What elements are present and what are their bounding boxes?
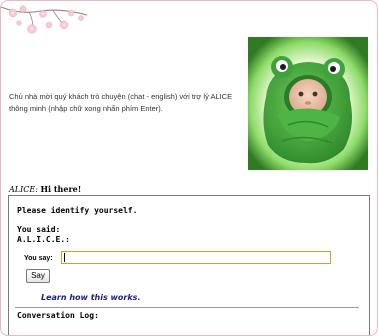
you-say-label: You say:: [24, 255, 53, 262]
alice-reply-label: A.L.I.C.E.:: [17, 235, 70, 244]
intro-text: Chủ nhà mời quý khách trò chuyện (chat -…: [9, 92, 233, 113]
alice-greeting: ALICE: Hi there!: [9, 184, 81, 194]
identify-prompt: Please identify yourself.: [17, 206, 138, 215]
baby-frog-photo: [248, 37, 368, 170]
learn-how-link[interactable]: Learn how this works.: [41, 293, 140, 302]
you-said-label: You said:: [17, 225, 61, 234]
say-button[interactable]: Say: [26, 269, 50, 283]
chat-frame: Please identify yourself. You said: A.L.…: [8, 195, 370, 335]
divider: [15, 307, 359, 308]
greeting-speaker: ALICE:: [9, 185, 38, 194]
conversation-log-title: Conversation Log:: [17, 311, 99, 320]
greeting-message: Hi there!: [40, 184, 82, 194]
cherry-blossom-decoration: [1, 5, 88, 34]
page-frame: Chủ nhà mời quý khách trò chuyện (chat -…: [0, 0, 378, 336]
text-caret: [64, 253, 65, 262]
chat-input[interactable]: [61, 251, 331, 264]
chat-content: Please identify yourself. You said: A.L.…: [9, 196, 369, 335]
